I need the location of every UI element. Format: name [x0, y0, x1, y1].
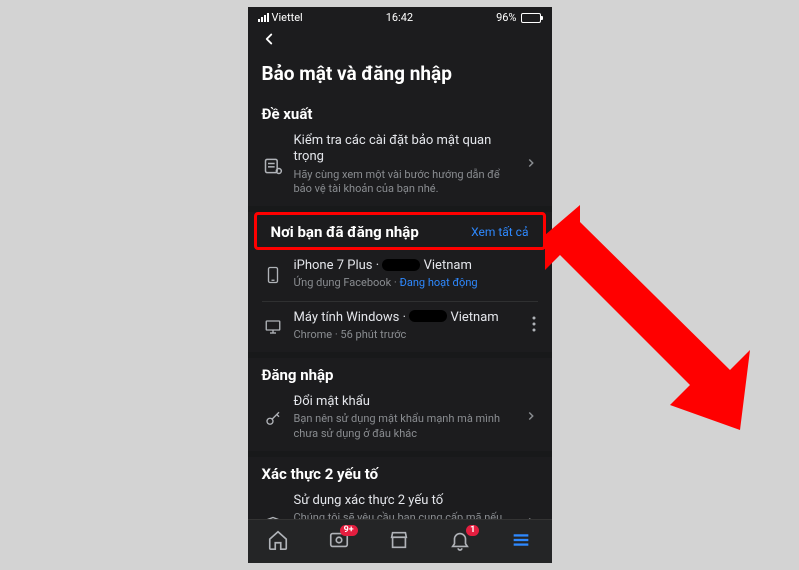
redacted-text: [382, 259, 420, 271]
phone-icon: [262, 264, 284, 284]
use-2fa-title: Sử dụng xác thực 2 yếu tố: [294, 493, 514, 509]
nav-badge: 1: [466, 525, 479, 536]
security-checkup-title: Kiểm tra các cài đặt bảo mật quan trọng: [294, 133, 514, 166]
signal-icon: [258, 13, 269, 22]
battery-icon: [521, 13, 541, 23]
nav-marketplace[interactable]: [388, 529, 410, 555]
security-checkup-sub: Hãy cùng xem một vài bước hướng dẫn để b…: [294, 168, 514, 197]
session-meta: Ứng dụng Facebook · Đang hoạt động: [294, 276, 538, 290]
session-row-iphone[interactable]: iPhone 7 Plus · Vietnam Ứng dụng Faceboo…: [248, 250, 552, 301]
chevron-right-icon: [524, 408, 538, 427]
key-icon: [262, 408, 284, 428]
nav-home[interactable]: [267, 529, 289, 555]
checklist-icon: [262, 154, 284, 176]
arrow-annotation: [520, 170, 780, 520]
change-password-row[interactable]: Đổi mật khẩu Bạn nên sử dụng mật khẩu mạ…: [248, 386, 552, 451]
nav-badge: 9+: [340, 525, 358, 536]
nav-groups[interactable]: 9+: [328, 529, 350, 555]
phone-screen: Viettel 16:42 96% Bảo mật và đăng nhập Đ…: [248, 7, 552, 563]
chevron-left-icon: [260, 30, 278, 48]
session-row-windows[interactable]: Máy tính Windows · Vietnam Chrome · 56 p…: [248, 302, 552, 353]
section-login-title: Đăng nhập: [248, 358, 552, 386]
nav-notifications[interactable]: 1: [449, 529, 471, 555]
highlight-annotation: Nơi bạn đã đăng nhập Xem tất cả: [254, 212, 546, 250]
battery-pct: 96%: [496, 11, 516, 24]
section-recommended-title: Đề xuất: [248, 97, 552, 125]
redacted-text: [409, 310, 447, 322]
change-password-sub: Bạn nên sử dụng mật khẩu mạnh mà mình ch…: [294, 412, 514, 441]
session-title: Máy tính Windows · Vietnam: [294, 310, 520, 326]
session-title: iPhone 7 Plus · Vietnam: [294, 258, 538, 274]
logged-in-heading: Nơi bạn đã đăng nhập: [271, 223, 419, 241]
change-password-title: Đổi mật khẩu: [294, 394, 514, 410]
logged-in-header[interactable]: Nơi bạn đã đăng nhập Xem tất cả: [257, 215, 543, 247]
chevron-right-icon: [524, 155, 538, 174]
more-button[interactable]: [530, 316, 538, 336]
security-checkup-row[interactable]: Kiểm tra các cài đặt bảo mật quan trọng …: [248, 125, 552, 206]
desktop-icon: [262, 316, 284, 336]
see-all-link[interactable]: Xem tất cả: [471, 225, 528, 239]
clock: 16:42: [386, 11, 413, 24]
bottom-nav: 9+ 1: [248, 519, 552, 563]
page-title: Bảo mật và đăng nhập: [248, 52, 552, 97]
back-button[interactable]: [248, 26, 552, 52]
section-2fa-title: Xác thực 2 yếu tố: [248, 457, 552, 485]
nav-menu[interactable]: [510, 529, 532, 555]
carrier-label: Viettel: [272, 11, 303, 24]
status-bar: Viettel 16:42 96%: [248, 7, 552, 26]
session-meta: Chrome · 56 phút trước: [294, 328, 520, 342]
